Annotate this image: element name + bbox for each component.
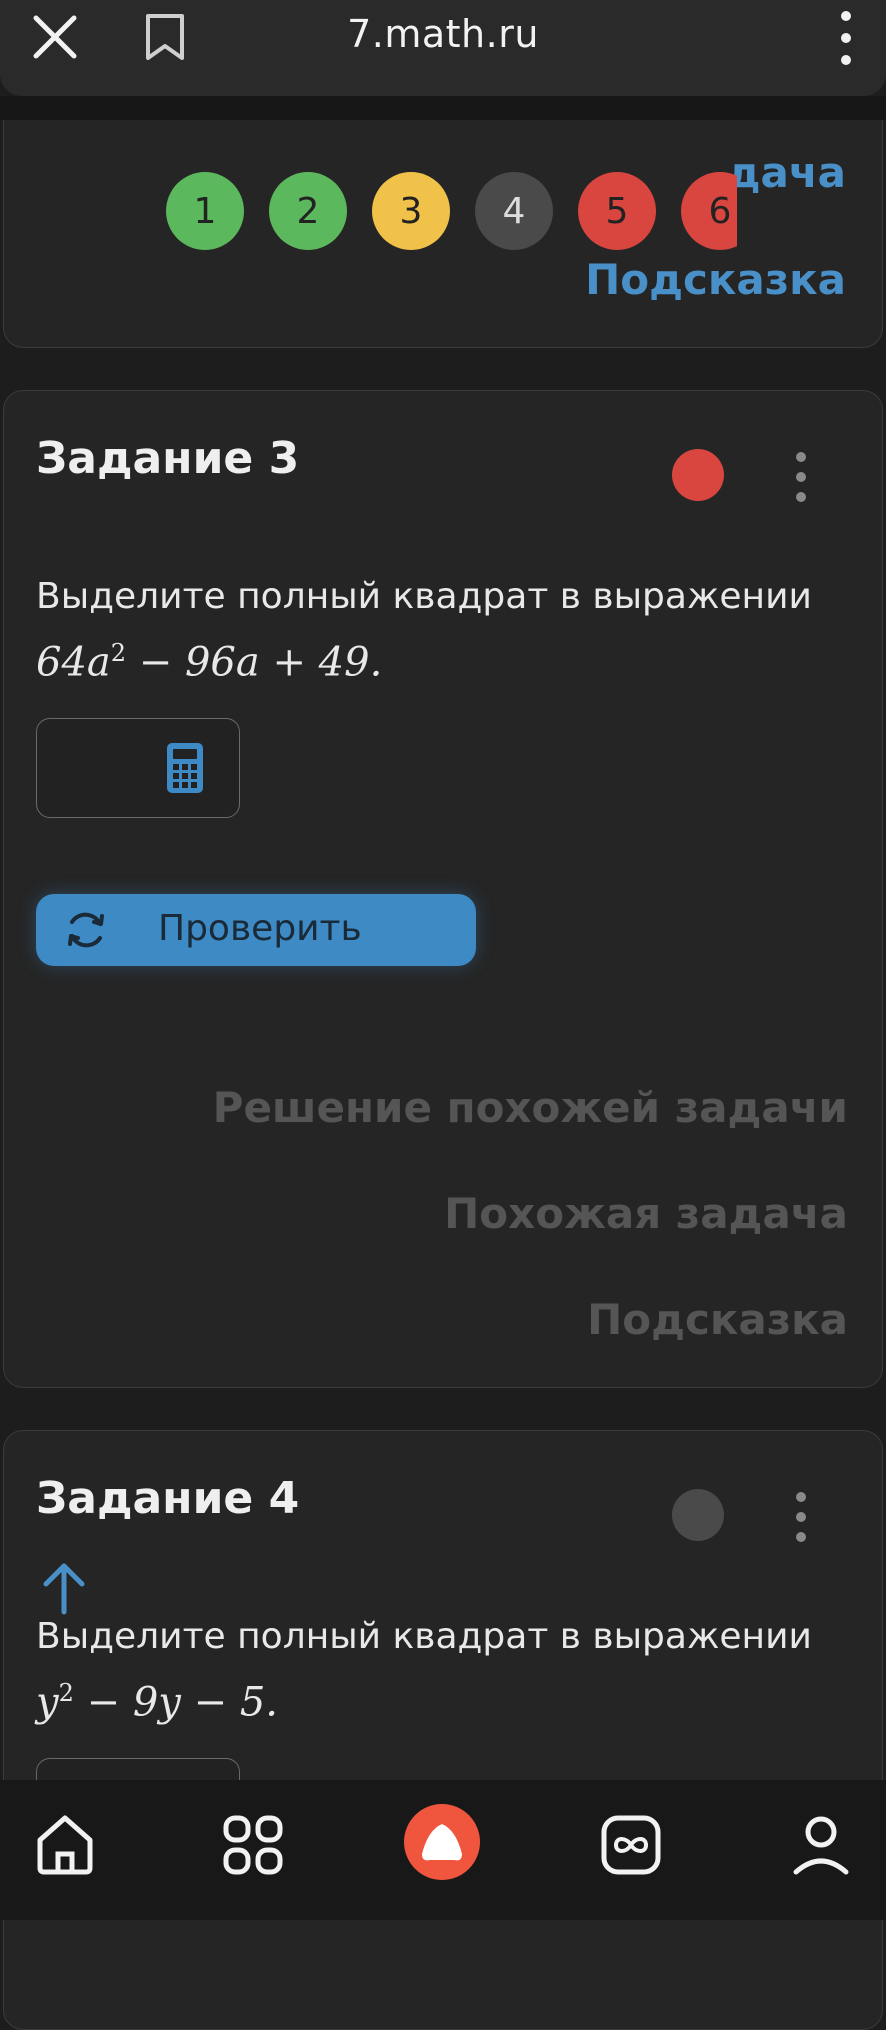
task-card: Задание 3 Выделите полный квадрат в выра… — [3, 390, 883, 1388]
refresh-icon — [68, 912, 104, 948]
similar-task-link[interactable]: Похожая задача — [444, 1189, 848, 1238]
hint-link[interactable]: Подсказка — [585, 255, 846, 304]
apps-grid-icon[interactable] — [218, 1810, 288, 1880]
attempt-dot[interactable]: 2 — [269, 172, 347, 250]
hint-link[interactable]: Подсказка — [587, 1295, 848, 1344]
attempt-dot-clip: 6 — [681, 172, 737, 252]
task-text: Выделите полный квадрат в выражении — [36, 1616, 812, 1657]
previous-task-card: дача Подсказка 1 2 3 4 5 6 — [3, 100, 883, 348]
browser-top-bar: 7.math.ru — [0, 0, 886, 96]
attempt-dot[interactable]: 5 — [578, 172, 656, 250]
math-expression: y2 − 9y − 5. — [36, 1665, 842, 1730]
attempt-dot[interactable]: 1 — [166, 172, 244, 250]
math-expression: 64a2 − 96a + 49. — [36, 625, 842, 690]
task-title: Задание 4 — [36, 1473, 300, 1524]
answer-input[interactable] — [36, 718, 240, 818]
task-card: Задание 4 Выделите полный квадрат в выра… — [3, 1430, 883, 2030]
attempt-dot[interactable]: 4 — [475, 172, 553, 250]
kebab-menu-icon[interactable] — [793, 449, 809, 505]
home-icon[interactable] — [30, 1810, 100, 1880]
task-statement: Выделите полный квадрат в выражении y2 −… — [36, 1609, 842, 1730]
check-button[interactable]: Проверить — [36, 894, 476, 966]
task-statement: Выделите полный квадрат в выражении 64a2… — [36, 569, 842, 690]
alice-assistant-icon[interactable] — [400, 1800, 484, 1884]
status-dot — [672, 1489, 724, 1541]
expr-part: − 96a + 49. — [126, 639, 383, 686]
attempt-dot[interactable]: 3 — [372, 172, 450, 250]
kebab-menu-icon[interactable] — [793, 1489, 809, 1545]
bottom-navigation — [0, 1780, 886, 1920]
expr-part: − 9y − 5. — [73, 1679, 278, 1726]
expr-exponent: 2 — [110, 639, 127, 667]
scroll-up-arrow-icon[interactable] — [40, 1560, 88, 1616]
profile-icon[interactable] — [786, 1810, 856, 1880]
check-button-label: Проверить — [158, 908, 362, 949]
task-text: Выделите полный квадрат в выражении — [36, 576, 812, 617]
infinity-icon[interactable] — [596, 1810, 666, 1880]
solution-link[interactable]: Решение похожей задачи — [213, 1083, 848, 1132]
more-menu-icon[interactable] — [836, 8, 856, 68]
expr-exponent: 2 — [58, 1679, 74, 1707]
expr-part: y — [36, 1679, 59, 1726]
similar-task-link[interactable]: дача — [727, 148, 846, 197]
status-dot — [672, 449, 724, 501]
expr-part: 64a — [36, 639, 111, 686]
task-title: Задание 3 — [36, 433, 300, 484]
top-strip — [0, 96, 886, 120]
calculator-icon[interactable] — [165, 741, 205, 795]
attempt-dot[interactable]: 6 — [681, 172, 737, 250]
url-text[interactable]: 7.math.ru — [0, 12, 886, 56]
